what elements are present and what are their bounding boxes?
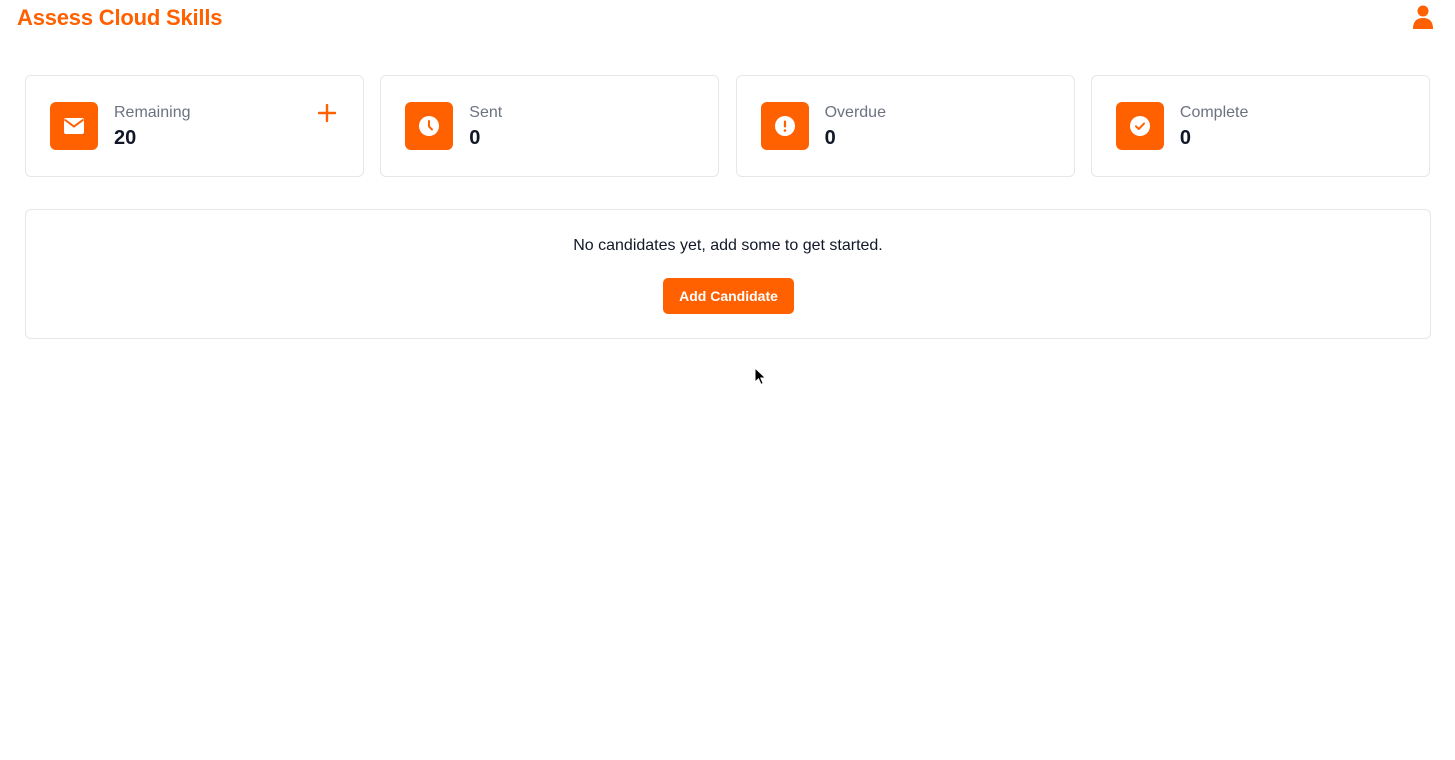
clock-icon-tile (405, 102, 454, 150)
stat-card-complete: Complete 0 (1090, 75, 1430, 177)
stats-row: Remaining 20 Sent 0 Overdue 0 Complete 0 (25, 75, 1431, 177)
stat-card-sent: Sent 0 (380, 75, 720, 177)
stat-label: Remaining (114, 104, 191, 121)
stat-card-remaining: Remaining 20 (25, 75, 364, 177)
app-title[interactable]: Assess Cloud Skills (17, 5, 222, 31)
exclamation-circle-icon (774, 116, 795, 136)
mouse-cursor-icon (754, 367, 767, 386)
stat-label: Sent (469, 104, 503, 121)
clock-icon (419, 116, 440, 136)
user-menu-button[interactable] (1412, 5, 1434, 31)
envelope-icon-tile (50, 102, 98, 150)
candidates-empty-state: No candidates yet, add some to get start… (25, 209, 1431, 339)
add-candidate-button[interactable]: Add Candidate (663, 278, 794, 314)
add-credits-button[interactable] (318, 104, 336, 122)
stat-value: 0 (1179, 127, 1192, 149)
stat-label: Overdue (824, 104, 886, 121)
stat-value: 0 (469, 127, 481, 149)
empty-state-message: No candidates yet, add some to get start… (573, 237, 883, 254)
user-icon (1413, 5, 1433, 29)
stat-value: 20 (114, 127, 137, 149)
plus-icon (318, 104, 336, 122)
check-icon-tile (1115, 102, 1164, 150)
check-circle-icon (1129, 116, 1150, 136)
stat-value: 0 (824, 127, 836, 149)
envelope-icon (64, 118, 84, 134)
stat-label: Complete (1179, 104, 1249, 121)
exclamation-icon-tile (760, 102, 809, 150)
stat-card-overdue: Overdue 0 (735, 75, 1075, 177)
